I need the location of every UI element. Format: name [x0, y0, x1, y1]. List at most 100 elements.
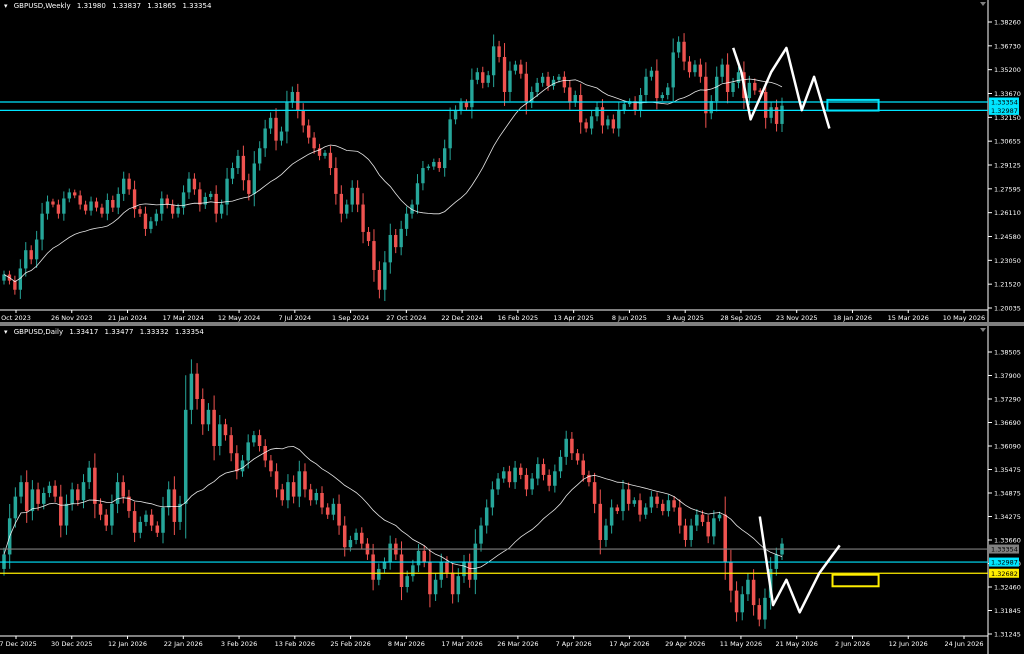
price-label-text: 1.32682 — [991, 570, 1018, 578]
candle-body — [371, 554, 375, 580]
candle-body — [360, 532, 364, 544]
candle-body — [257, 435, 262, 446]
candle-body — [433, 579, 438, 595]
candle-body — [475, 72, 480, 80]
candle-body — [166, 489, 171, 508]
daily-chart[interactable]: 1.38505 1.37900 1.37290 1.36690 1.36090 1.354… — [0, 326, 1024, 654]
candle-body — [598, 503, 603, 540]
candle-body — [218, 424, 222, 446]
x-tick-label: 17 Apr 2026 — [609, 640, 649, 648]
collapse-triangle-icon[interactable]: ▾ — [4, 328, 8, 336]
candle-body — [189, 373, 194, 410]
candle-body — [428, 561, 432, 595]
candle-body — [225, 178, 229, 205]
candle-body — [214, 193, 218, 214]
y-tick-label: 1.36730 — [994, 42, 1021, 50]
collapse-triangle-icon[interactable]: ▾ — [4, 2, 8, 10]
candle-body — [723, 514, 727, 562]
candle-body — [519, 64, 523, 74]
candle-body — [683, 525, 688, 540]
x-tick-label: 1 Sep 2024 — [332, 314, 369, 322]
candle-body — [209, 193, 213, 197]
candle-body — [706, 521, 710, 537]
candle-body — [306, 125, 311, 138]
x-tick-label: 7 Apr 2026 — [556, 640, 592, 648]
candle-body — [51, 201, 55, 205]
x-tick-label: 3 Aug 2025 — [666, 314, 704, 322]
candle-body — [536, 464, 540, 479]
candle-body — [73, 192, 77, 196]
candle-body — [286, 482, 290, 501]
x-tick-label: 24 Jun 2026 — [944, 640, 983, 648]
candle-body — [695, 514, 699, 526]
candle-body — [223, 424, 228, 436]
candle-body — [331, 503, 336, 515]
candle-body — [432, 161, 436, 167]
candle-body — [200, 399, 205, 425]
candle-body — [372, 241, 376, 270]
candle-body — [87, 467, 91, 483]
candle-body — [361, 204, 365, 232]
candle-body — [100, 207, 104, 214]
candle-body — [524, 73, 528, 103]
x-tick-label: 22 Jan 2026 — [164, 640, 203, 648]
x-tick-label: 22 Dec 2024 — [441, 314, 483, 322]
x-tick-label: 8 Jun 2025 — [612, 314, 647, 322]
candle-body — [507, 471, 512, 483]
candle-body — [59, 496, 63, 526]
candle-body — [704, 76, 708, 114]
candle-body — [725, 64, 730, 92]
low-value: 1.33332 — [139, 328, 169, 336]
candle-body — [89, 201, 93, 211]
candle-body — [303, 471, 307, 490]
price-label-text: 1.32987 — [991, 559, 1018, 567]
x-tick-label: 17 Dec 2025 — [0, 640, 37, 648]
candle-body — [41, 493, 46, 504]
candle-body — [241, 155, 246, 181]
candle-body — [655, 70, 659, 99]
candle-body — [62, 198, 66, 214]
y-tick-label: 1.32460 — [994, 584, 1021, 592]
weekly-chart-panel[interactable]: 1.38260 1.36730 1.35200 1.33670 1.32150 1.306… — [0, 0, 1024, 322]
candle-body — [252, 435, 256, 443]
x-tick-label: 18 Jan 2026 — [833, 314, 872, 322]
candle-body — [280, 489, 285, 501]
x-tick-label: 13 Feb 2026 — [275, 640, 315, 648]
candle-body — [183, 409, 188, 504]
candle-body — [405, 576, 409, 587]
weekly-chart[interactable]: 1.38260 1.36730 1.35200 1.33670 1.32150 1.306… — [0, 0, 1024, 322]
x-tick-label: Oct 2023 — [1, 314, 31, 322]
candle-body — [439, 561, 444, 580]
candle-body — [621, 489, 625, 512]
candle-body — [442, 148, 447, 169]
candle-body — [570, 438, 574, 454]
candle-body — [709, 101, 713, 114]
candle-body — [562, 76, 567, 88]
moving-average-line — [3, 78, 783, 283]
candle-body — [399, 228, 403, 248]
candle-body — [230, 168, 235, 179]
zigzag-pattern-line — [758, 516, 841, 614]
candle-body — [513, 64, 518, 71]
x-tick-label: 16 Feb 2025 — [498, 314, 538, 322]
candle-body — [192, 178, 197, 190]
candle-body — [334, 168, 338, 194]
y-tick-label: 1.27595 — [994, 185, 1021, 193]
moving-average-line — [3, 446, 783, 569]
candle-body — [45, 201, 50, 214]
candle-body — [345, 204, 349, 214]
close-value: 1.33354 — [174, 328, 204, 336]
candle-body — [382, 561, 387, 569]
y-tick-label: 1.36090 — [994, 443, 1021, 451]
daily-chart-panel[interactable]: 1.38505 1.37900 1.37290 1.36690 1.36090 1.354… — [0, 326, 1024, 654]
candle-body — [445, 561, 449, 573]
candle-body — [519, 467, 523, 475]
open-value: 1.33417 — [69, 328, 99, 336]
candle-body — [274, 471, 279, 490]
y-tick-label: 1.36690 — [994, 419, 1021, 427]
candle-body — [731, 82, 735, 92]
candle-body — [383, 262, 387, 290]
candle-body — [581, 460, 586, 475]
x-tick-label: 2 Jun 2026 — [835, 640, 870, 648]
candle-body — [70, 489, 74, 504]
